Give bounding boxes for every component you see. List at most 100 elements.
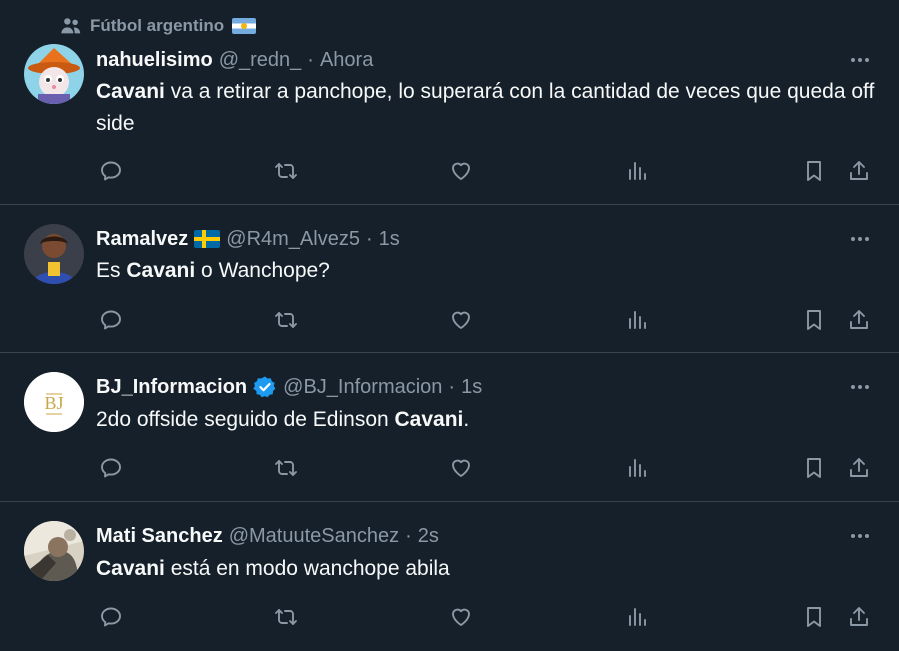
more-button[interactable] xyxy=(845,375,875,399)
more-icon-dot xyxy=(865,534,869,538)
retweet-button[interactable] xyxy=(271,602,301,632)
avatar[interactable] xyxy=(24,521,84,581)
avatar[interactable]: BJ xyxy=(24,372,84,432)
views-icon xyxy=(629,608,646,626)
community-label[interactable]: Fútbol argentino xyxy=(60,14,257,38)
like-button[interactable] xyxy=(446,453,476,483)
bookmark-button[interactable] xyxy=(799,453,829,483)
retweet-icon xyxy=(275,163,297,179)
more-button[interactable] xyxy=(845,227,875,251)
user-handle[interactable]: @R4m_Alvez5 xyxy=(226,228,360,251)
avatar-logo-text: BJ xyxy=(44,393,63,413)
like-icon xyxy=(452,162,470,180)
verified-badge-icon xyxy=(253,376,276,398)
action-bar xyxy=(0,453,899,483)
reply-button[interactable] xyxy=(96,453,126,483)
user-handle[interactable]: @_redn_ xyxy=(219,49,302,72)
reply-button[interactable] xyxy=(96,156,126,186)
share-icon xyxy=(850,161,868,180)
tweet-header: Mati Sanchez @MatuuteSanchez · 2s xyxy=(96,522,439,550)
share-button[interactable] xyxy=(844,453,874,483)
views-button[interactable] xyxy=(622,453,652,483)
timestamp[interactable]: Ahora xyxy=(320,49,373,72)
retweet-button[interactable] xyxy=(271,156,301,186)
reply-icon xyxy=(101,310,121,330)
community-icon xyxy=(61,18,81,34)
tweet[interactable]: Ramalvez @R4m_Alvez5 · 1s Es Cavani o Wa… xyxy=(0,205,899,353)
retweet-button[interactable] xyxy=(271,305,301,335)
like-icon xyxy=(452,459,470,477)
avatar[interactable] xyxy=(24,44,84,104)
bookmark-button[interactable] xyxy=(799,305,829,335)
tweet-text-rest: va a retirar a panchope, lo superará con… xyxy=(96,80,875,135)
views-button[interactable] xyxy=(622,602,652,632)
tweet[interactable]: Fútbol argentino nahuelisimo @_redn_ · A… xyxy=(0,0,899,205)
retweet-button[interactable] xyxy=(271,453,301,483)
display-name[interactable]: Mati Sanchez xyxy=(96,525,223,548)
more-icon-dot xyxy=(858,58,862,62)
more-icon-dot xyxy=(851,237,855,241)
more-icon-dot xyxy=(865,58,869,62)
retweet-icon xyxy=(275,609,297,625)
user-handle[interactable]: @BJ_Informacion xyxy=(283,376,442,399)
tweet-text: Cavani está en modo wanchope abila xyxy=(96,553,886,585)
share-icon xyxy=(850,607,868,626)
share-icon xyxy=(850,458,868,477)
display-name[interactable]: nahuelisimo xyxy=(96,49,213,72)
timestamp[interactable]: 2s xyxy=(418,525,439,548)
like-button[interactable] xyxy=(446,156,476,186)
sweden-flag-icon xyxy=(194,230,221,248)
tweet-text: Cavani va a retirar a panchope, lo super… xyxy=(96,76,886,140)
tweet-text: 2do offside seguido de Edinson Cavani. xyxy=(96,404,886,436)
timestamp[interactable]: 1s xyxy=(461,376,482,399)
bookmark-icon xyxy=(807,607,821,627)
avatar[interactable] xyxy=(24,224,84,284)
views-button[interactable] xyxy=(622,305,652,335)
separator-dot: · xyxy=(307,48,314,71)
user-handle[interactable]: @MatuuteSanchez xyxy=(229,525,399,548)
keyword-highlight: Cavani xyxy=(96,557,165,580)
more-button[interactable] xyxy=(845,524,875,548)
tweet-header: BJ_Informacion @BJ_Informacion · 1s xyxy=(96,373,482,401)
tweet[interactable]: Mati Sanchez @MatuuteSanchez · 2s Cavani… xyxy=(0,502,899,651)
reply-button[interactable] xyxy=(96,305,126,335)
more-icon-dot xyxy=(858,237,862,241)
timestamp[interactable]: 1s xyxy=(379,228,400,251)
more-icon-dot xyxy=(851,385,855,389)
separator-dot: · xyxy=(448,375,456,398)
bookmark-icon xyxy=(807,310,821,330)
share-button[interactable] xyxy=(844,305,874,335)
tweet-text-rest: o Wanchope? xyxy=(195,259,330,282)
bookmark-button[interactable] xyxy=(799,602,829,632)
reply-button[interactable] xyxy=(96,602,126,632)
like-button[interactable] xyxy=(446,305,476,335)
bookmark-icon xyxy=(807,161,821,181)
tweet[interactable]: BJ BJ_Informacion @BJ_Informacion · 1s 2… xyxy=(0,353,899,502)
keyword-highlight: Cavani xyxy=(394,408,464,431)
tweet-header: Ramalvez @R4m_Alvez5 · 1s xyxy=(96,225,400,253)
share-button[interactable] xyxy=(844,156,874,186)
like-icon xyxy=(452,311,470,329)
like-icon xyxy=(452,608,470,626)
tweet-text: Es Cavani o Wanchope? xyxy=(96,255,886,287)
keyword-highlight: Cavani xyxy=(96,80,165,103)
views-button[interactable] xyxy=(622,156,652,186)
reply-icon xyxy=(101,607,121,627)
bookmark-button[interactable] xyxy=(799,156,829,186)
retweet-icon xyxy=(275,312,297,328)
action-bar xyxy=(0,305,899,335)
display-name[interactable]: BJ_Informacion xyxy=(96,376,247,399)
like-button[interactable] xyxy=(446,602,476,632)
more-icon-dot xyxy=(858,385,862,389)
views-icon xyxy=(629,162,646,180)
views-icon xyxy=(629,459,646,477)
bookmark-icon xyxy=(807,458,821,478)
share-button[interactable] xyxy=(844,602,874,632)
more-button[interactable] xyxy=(845,48,875,72)
action-bar xyxy=(0,156,899,186)
argentina-flag-icon xyxy=(232,18,257,34)
display-name[interactable]: Ramalvez xyxy=(96,228,188,251)
separator-dot: · xyxy=(405,524,412,547)
more-icon-dot xyxy=(858,534,862,538)
more-icon-dot xyxy=(851,58,855,62)
